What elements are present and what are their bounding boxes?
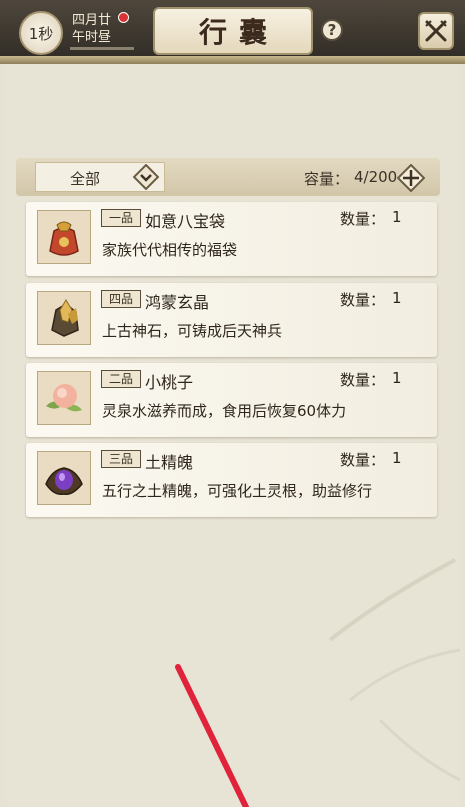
item-quantity-label: 数量：: [340, 451, 386, 469]
bag-item[interactable]: 三品 土精魄 数量： 1 五行之土精魄，可强化土灵根，助益修行: [26, 443, 437, 517]
item-grade-badge: 一品: [101, 209, 141, 227]
crossed-swords-icon: [425, 20, 447, 42]
item-quantity-label: 数量：: [340, 371, 386, 389]
bag-item[interactable]: 四品 鸿蒙玄晶 数量： 1 上古神石，可铸成后天神兵: [26, 283, 437, 357]
timer-text: 1秒: [28, 24, 54, 43]
bag-item[interactable]: 一品 如意八宝袋 数量： 1 家族代代相传的福袋: [26, 202, 437, 276]
capacity-value: 4/200: [354, 168, 398, 186]
game-date: 四月廿 午时昼: [72, 12, 111, 46]
peach-icon: [37, 371, 91, 425]
item-quantity: 1: [392, 449, 402, 467]
top-bar-border: [0, 56, 465, 64]
item-quantity-label: 数量：: [340, 291, 386, 309]
date-line-2: 午时昼: [72, 30, 112, 45]
category-filter-label: 全部: [70, 170, 101, 188]
title-banner: 行囊: [153, 7, 313, 55]
earth-essence-icon: [37, 451, 91, 505]
timer-badge[interactable]: 1秒: [19, 11, 63, 55]
item-name: 如意八宝袋: [145, 212, 226, 231]
lucky-bag-icon: [37, 210, 91, 264]
notification-dot: [118, 12, 129, 23]
item-name: 小桃子: [145, 373, 194, 392]
item-description: 上古神石，可铸成后天神兵: [102, 322, 283, 340]
item-quantity: 1: [392, 369, 402, 387]
item-grade-badge: 二品: [101, 370, 141, 388]
item-name: 鸿蒙玄晶: [145, 293, 210, 312]
item-quantity-label: 数量：: [340, 210, 386, 228]
chevron-down-icon[interactable]: [133, 164, 159, 190]
item-description: 五行之土精魄，可强化土灵根，助益修行: [102, 482, 373, 500]
close-button[interactable]: [418, 12, 454, 50]
crystal-ore-icon: [37, 291, 91, 345]
item-description: 家族代代相传的福袋: [102, 241, 238, 259]
item-name: 土精魄: [145, 453, 194, 472]
item-grade-badge: 三品: [101, 450, 141, 468]
item-grade-badge: 四品: [101, 290, 141, 308]
expand-capacity-icon[interactable]: [396, 163, 426, 193]
page-title: 行囊: [198, 16, 279, 49]
date-line-1: 四月廿: [72, 13, 112, 28]
bag-item[interactable]: 二品 小桃子 数量： 1 灵泉水滋养而成，食用后恢复60体力: [26, 363, 437, 437]
item-description: 灵泉水滋养而成，食用后恢复60体力: [102, 402, 347, 420]
item-quantity: 1: [392, 289, 402, 307]
capacity-label: 容量：: [304, 170, 350, 188]
question-icon[interactable]: ?: [321, 19, 343, 41]
date-progress-bar: [70, 47, 134, 50]
item-quantity: 1: [392, 208, 402, 226]
